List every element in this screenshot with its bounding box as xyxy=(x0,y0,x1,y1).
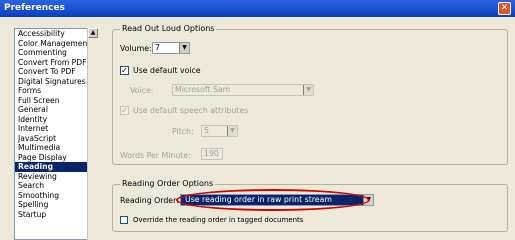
override-label: Override the reading order in tagged doc… xyxy=(133,216,304,224)
sidebar-item[interactable]: Search xyxy=(15,181,97,191)
sidebar-item[interactable]: Internet xyxy=(15,124,97,134)
sidebar-item[interactable]: Color Management xyxy=(15,39,97,49)
voice-value: Microsoft Sam xyxy=(175,85,231,94)
sidebar-item[interactable]: Full Screen xyxy=(15,96,97,106)
sidebar-item[interactable]: Page Display xyxy=(15,153,97,163)
check-icon: ✓ xyxy=(121,66,128,75)
sidebar-item[interactable]: General xyxy=(15,105,97,115)
pitch-value: 5 xyxy=(204,126,209,135)
wpm-label: Words Per Minute: xyxy=(120,151,191,160)
category-list-scrollbar[interactable]: ▲ xyxy=(87,28,98,240)
highlight-annotation xyxy=(176,189,370,211)
sidebar-item[interactable]: Identity xyxy=(15,115,97,125)
use-default-voice-label: Use default voice xyxy=(133,66,201,75)
use-default-speech-checkbox[interactable]: ✓ xyxy=(120,106,129,115)
chevron-down-icon[interactable]: ▼ xyxy=(179,43,189,53)
sidebar-item[interactable]: Accessibility xyxy=(15,29,97,39)
reading-order-label: Reading Order: xyxy=(120,196,179,205)
sidebar-item[interactable]: Forms xyxy=(15,86,97,96)
title-bar: Preferences ✕ xyxy=(0,0,515,17)
sidebar-item[interactable]: Reviewing xyxy=(15,172,97,182)
override-checkbox[interactable] xyxy=(120,216,128,224)
sidebar-item[interactable]: Reading xyxy=(15,162,97,172)
close-button[interactable]: ✕ xyxy=(498,2,511,15)
pitch-select[interactable]: 5 ▼ xyxy=(201,125,238,137)
chevron-down-icon[interactable]: ▼ xyxy=(303,85,313,95)
sidebar-item[interactable]: Digital Signatures xyxy=(15,77,97,87)
sidebar-item[interactable]: Spelling xyxy=(15,200,97,210)
sidebar-item[interactable]: Convert To PDF xyxy=(15,67,97,77)
sidebar-item[interactable]: Multimedia xyxy=(15,143,97,153)
window-title: Preferences xyxy=(4,3,65,13)
reading-order-legend: Reading Order Options xyxy=(120,179,216,188)
volume-value: 7 xyxy=(155,43,160,52)
read-out-loud-legend: Read Out Loud Options xyxy=(120,24,217,33)
volume-select[interactable]: 7 ▼ xyxy=(152,42,190,54)
use-default-voice-checkbox[interactable]: ✓ xyxy=(120,66,129,75)
pitch-label: Pitch: xyxy=(172,127,194,136)
volume-label: Volume: xyxy=(120,44,152,53)
scroll-up-icon[interactable]: ▲ xyxy=(88,28,98,38)
check-icon: ✓ xyxy=(121,106,128,115)
chevron-down-icon[interactable]: ▼ xyxy=(227,126,237,136)
sidebar-item[interactable]: Startup xyxy=(15,210,97,220)
sidebar-item[interactable]: Commenting xyxy=(15,48,97,58)
wpm-input[interactable]: 190 xyxy=(201,148,223,160)
category-list[interactable]: Accessibility Color Management Commenting C… xyxy=(14,28,98,240)
sidebar-item[interactable]: Convert From PDF xyxy=(15,58,97,68)
voice-label: Voice: xyxy=(130,86,154,95)
sidebar-item[interactable]: Smoothing xyxy=(15,191,97,201)
use-default-speech-label: Use default speech attributes xyxy=(133,106,249,115)
voice-select[interactable]: Microsoft Sam ▼ xyxy=(172,84,314,96)
close-icon: ✕ xyxy=(500,3,509,13)
sidebar-item[interactable]: JavaScript xyxy=(15,134,97,144)
